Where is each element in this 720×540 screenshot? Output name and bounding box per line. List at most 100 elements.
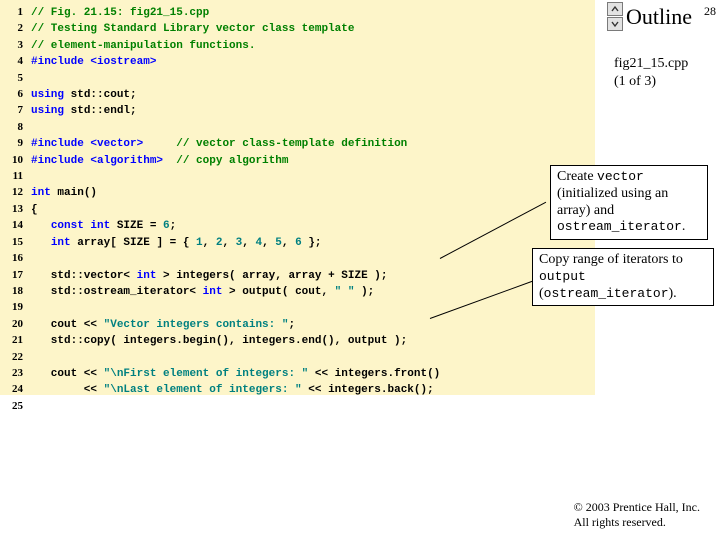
- code-token: cout <<: [31, 368, 104, 380]
- line-number: 20: [5, 317, 31, 332]
- code-token: using: [31, 89, 64, 101]
- code-token: ;: [170, 220, 177, 232]
- code-line: 5: [5, 71, 440, 87]
- code-token: int: [203, 286, 223, 298]
- file-name: fig21_15.cpp: [614, 56, 688, 71]
- line-number: 11: [5, 169, 31, 184]
- code-token: [143, 138, 176, 150]
- code-line: 24 << "\nLast element of integers: " << …: [5, 382, 440, 398]
- code-token: main(): [51, 187, 97, 199]
- code-token: ,: [222, 237, 235, 249]
- code-token: std::ostream_iterator<: [31, 286, 203, 298]
- t: output: [539, 269, 586, 284]
- code-token: int: [51, 237, 71, 249]
- chevron-up-icon: [611, 5, 619, 13]
- line-number: 4: [5, 54, 31, 69]
- line-number: 19: [5, 300, 31, 315]
- code-token: ,: [262, 237, 275, 249]
- code-token: << integers.front(): [308, 368, 440, 380]
- code-token: int: [31, 187, 51, 199]
- line-number: 22: [5, 350, 31, 365]
- code-line: 11: [5, 169, 440, 185]
- code-line: 6using std::cout;: [5, 87, 440, 103]
- code-line: 15 int array[ SIZE ] = { 1, 2, 3, 4, 5, …: [5, 235, 440, 251]
- code-line: 9#include <vector> // vector class-templ…: [5, 136, 440, 152]
- code-line: 25: [5, 399, 440, 415]
- footer-line-1: © 2003 Prentice Hall, Inc.: [574, 500, 700, 514]
- code-token: " ": [335, 286, 355, 298]
- callout-copy-range: Copy range of iterators to output (ostre…: [532, 248, 714, 306]
- code-token: > integers( array, array + SIZE );: [156, 270, 387, 282]
- code-line: 23 cout << "\nFirst element of integers:…: [5, 366, 440, 382]
- t: Create: [557, 169, 597, 184]
- page-number: 28: [704, 4, 716, 19]
- code-token: // element-manipulation functions.: [31, 40, 255, 52]
- code-token: // Testing Standard Library vector class…: [31, 23, 354, 35]
- code-line: 1// Fig. 21.15: fig21_15.cpp: [5, 5, 440, 21]
- line-number: 25: [5, 399, 31, 414]
- prev-button[interactable]: [607, 2, 623, 16]
- outline-label: Outline: [626, 4, 692, 30]
- file-part: (1 of 3): [614, 74, 656, 89]
- line-number: 23: [5, 366, 31, 381]
- file-label: fig21_15.cpp (1 of 3): [614, 55, 688, 90]
- code-token: // Fig. 21.15: fig21_15.cpp: [31, 7, 209, 19]
- code-line: 18 std::ostream_iterator< int > output( …: [5, 284, 440, 300]
- nav-buttons: [607, 2, 623, 31]
- code-token: <<: [31, 384, 104, 396]
- code-token: using: [31, 105, 64, 117]
- code-token: #include <iostream>: [31, 56, 156, 68]
- line-number: 15: [5, 235, 31, 250]
- code-token: 6: [163, 220, 170, 232]
- line-number: 17: [5, 268, 31, 283]
- code-token: [31, 220, 51, 232]
- line-number: 9: [5, 136, 31, 151]
- code-token: std::vector<: [31, 270, 137, 282]
- line-number: 3: [5, 38, 31, 53]
- line-number: 12: [5, 185, 31, 200]
- slide-root: 1// Fig. 21.15: fig21_15.cpp2// Testing …: [0, 0, 720, 540]
- code-token: 5: [275, 237, 282, 249]
- t: ostream_iterator: [544, 286, 669, 301]
- code-token: array[ SIZE ] = {: [71, 237, 196, 249]
- code-block: 1// Fig. 21.15: fig21_15.cpp2// Testing …: [5, 5, 440, 415]
- code-token: cout <<: [31, 319, 104, 331]
- line-number: 5: [5, 71, 31, 86]
- code-token: ,: [282, 237, 295, 249]
- line-number: 24: [5, 382, 31, 397]
- code-token: {: [31, 204, 38, 216]
- code-token: ;: [288, 319, 295, 331]
- line-number: 13: [5, 202, 31, 217]
- chevron-down-icon: [611, 20, 619, 28]
- t: ostream_iterator: [557, 219, 682, 234]
- line-number: 8: [5, 120, 31, 135]
- code-token: #include <algorithm>: [31, 155, 163, 167]
- line-number: 21: [5, 333, 31, 348]
- code-token: std::copy( integers.begin(), integers.en…: [31, 335, 407, 347]
- code-line: 4#include <iostream>: [5, 54, 440, 70]
- code-token: std::cout;: [64, 89, 137, 101]
- line-number: 1: [5, 5, 31, 20]
- code-line: 19: [5, 300, 440, 316]
- outline-header: Outline: [607, 2, 692, 31]
- code-token: );: [354, 286, 374, 298]
- line-number: 10: [5, 153, 31, 168]
- code-token: [163, 155, 176, 167]
- t: vector: [597, 169, 644, 184]
- code-token: #include <vector>: [31, 138, 143, 150]
- t: (initialized using an array) and: [557, 186, 668, 218]
- code-token: // vector class-template definition: [176, 138, 407, 150]
- code-area: 1// Fig. 21.15: fig21_15.cpp2// Testing …: [0, 0, 595, 395]
- line-number: 6: [5, 87, 31, 102]
- line-number: 7: [5, 103, 31, 118]
- line-number: 14: [5, 218, 31, 233]
- code-token: << integers.back();: [302, 384, 434, 396]
- code-token: "Vector integers contains: ": [104, 319, 289, 331]
- next-button[interactable]: [607, 17, 623, 31]
- t: ).: [669, 286, 677, 301]
- code-token: "\nFirst element of integers: ": [104, 368, 309, 380]
- code-token: "\nLast element of integers: ": [104, 384, 302, 396]
- code-token: const int: [51, 220, 110, 232]
- code-token: };: [302, 237, 322, 249]
- code-token: // copy algorithm: [176, 155, 288, 167]
